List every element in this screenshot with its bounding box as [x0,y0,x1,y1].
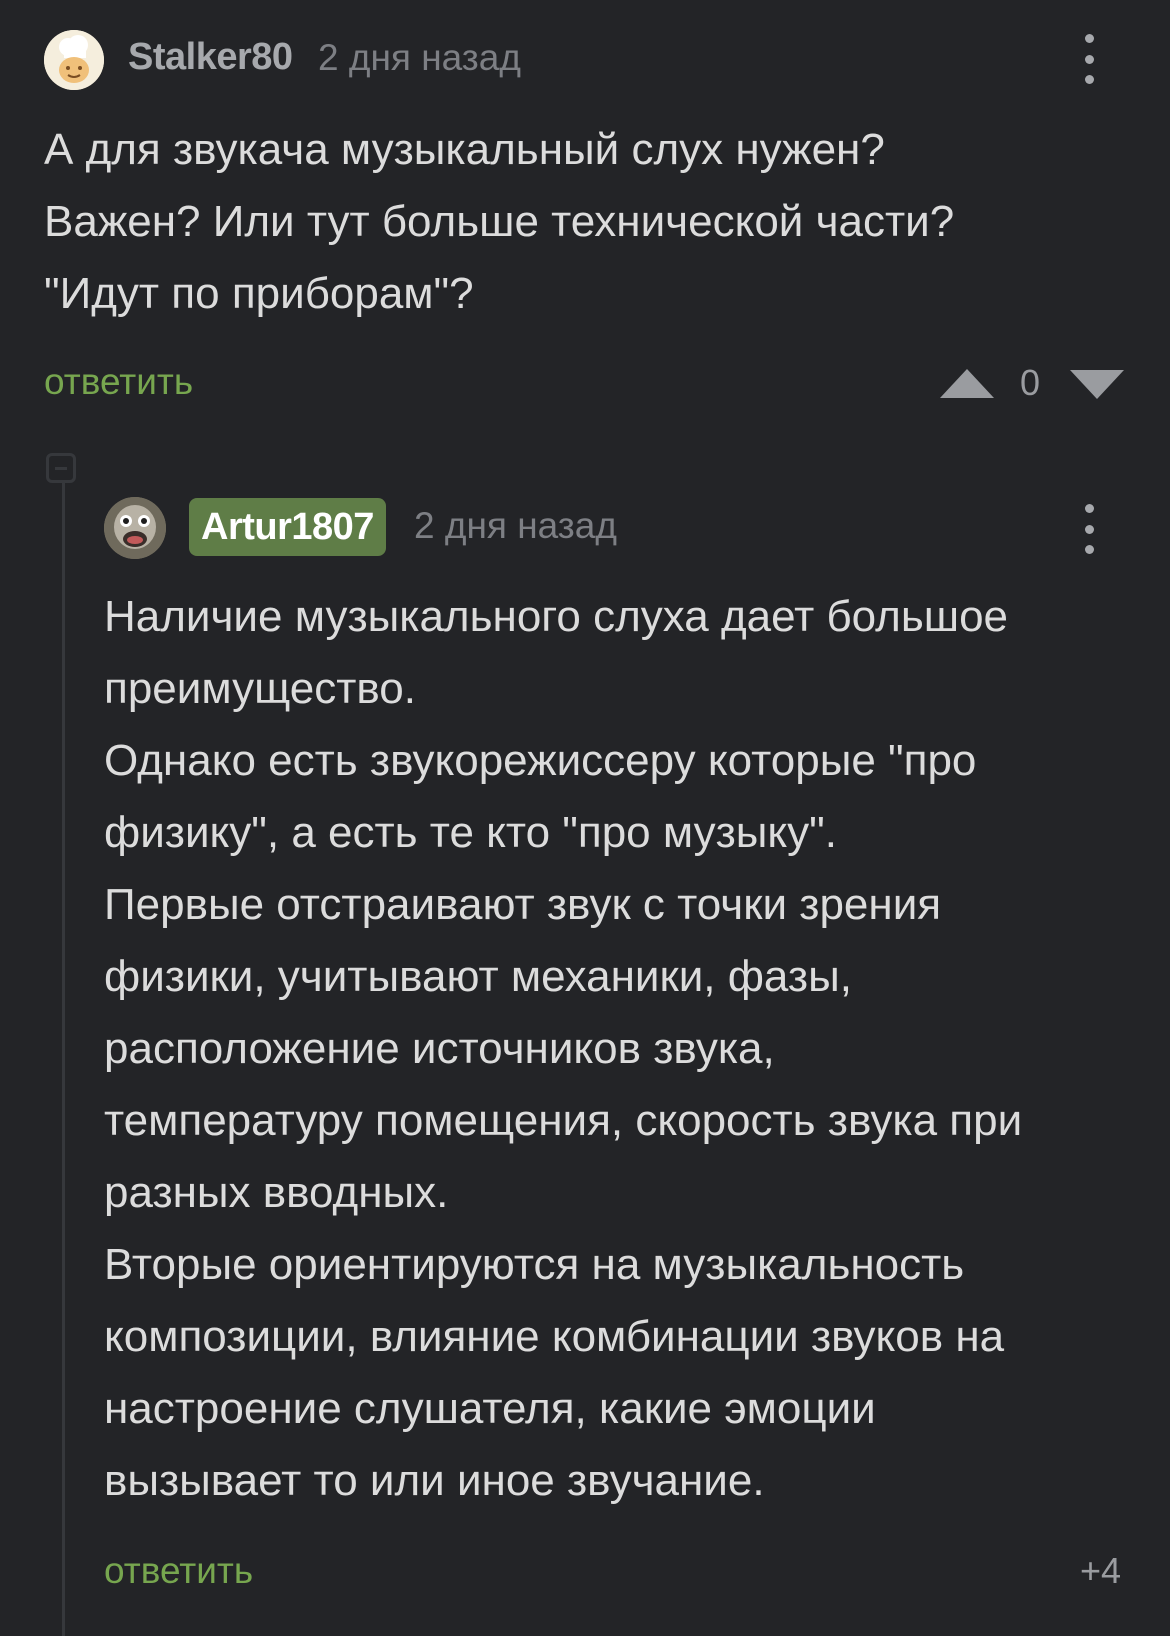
reply-button[interactable]: ответить [44,361,193,403]
ostrich-avatar-icon [104,497,166,559]
username-badge[interactable]: Artur1807 [189,498,386,556]
chef-avatar-icon [44,30,104,90]
more-options-icon[interactable] [1077,34,1101,84]
timestamp: 2 дня назад [318,37,521,78]
comment-text: Наличие музыкального слуха дает большое … [104,592,1023,1505]
comment-text: А для звукача музыкальный слух нужен? Ва… [44,125,955,318]
avatar[interactable] [44,30,104,90]
score: 0 [1020,362,1041,403]
thread-line [62,482,65,1636]
reply-button[interactable]: ответить [104,1550,253,1592]
score: +4 [1080,1550,1122,1591]
timestamp: 2 дня назад [414,505,617,546]
upvote-icon[interactable] [940,369,994,398]
avatar[interactable] [104,497,166,559]
username[interactable]: Stalker80 [128,36,293,79]
downvote-icon[interactable] [1070,370,1124,399]
collapse-thread-icon[interactable] [46,453,76,483]
more-options-icon[interactable] [1077,504,1101,554]
